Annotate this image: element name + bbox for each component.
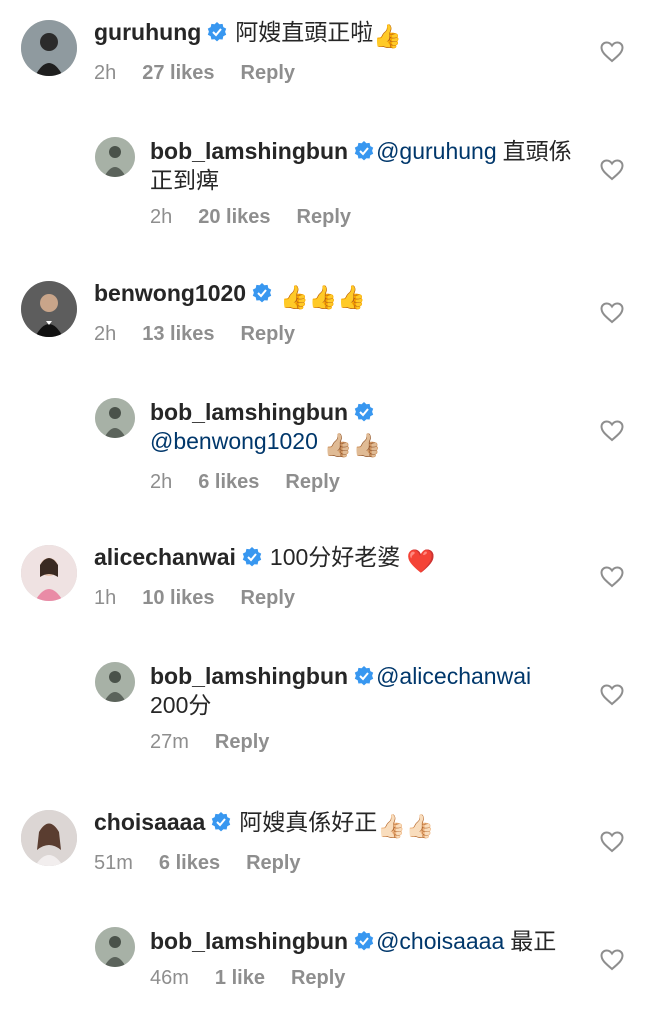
- timestamp: 2h: [150, 206, 173, 228]
- avatar[interactable]: [95, 927, 135, 967]
- likes-count[interactable]: 27 likes: [142, 62, 214, 84]
- comment-body: bob_lamshingbun @alicechanwai 200分 27m Repl…: [150, 662, 582, 754]
- verified-badge-icon: [354, 666, 374, 686]
- heart-icon[interactable]: [600, 302, 624, 324]
- comment-meta: 1h 10 likes Reply: [94, 586, 582, 610]
- mention-link[interactable]: @benwong1020: [150, 428, 318, 454]
- timestamp: 2h: [150, 471, 173, 493]
- timestamp: 2h: [94, 62, 117, 84]
- avatar[interactable]: [95, 398, 135, 438]
- heart-icon[interactable]: [600, 159, 624, 181]
- comment-meta: 51m 6 likes Reply: [94, 851, 582, 875]
- heart-icon[interactable]: [600, 831, 624, 853]
- comment-meta: 2h 27 likes Reply: [94, 61, 582, 85]
- emoji: 👍: [373, 23, 402, 49]
- heart-icon[interactable]: [600, 949, 624, 971]
- reply-button[interactable]: Reply: [215, 731, 269, 753]
- username[interactable]: guruhung: [94, 19, 201, 45]
- comment-body: choisaaaa 阿嫂真係好正👍🏻👍🏻 51m 6 likes Reply: [94, 808, 582, 875]
- timestamp: 46m: [150, 967, 189, 989]
- comment-body: alicechanwai 100分好老婆 ❤️ 1h 10 likes Reply: [94, 543, 582, 610]
- username[interactable]: benwong1020: [94, 280, 246, 306]
- mention-link[interactable]: @choisaaaa: [376, 928, 504, 954]
- avatar[interactable]: [95, 137, 135, 177]
- avatar[interactable]: [21, 20, 77, 76]
- avatar[interactable]: [21, 810, 77, 866]
- comment-meta: 2h 20 likes Reply: [150, 205, 582, 229]
- reply-button[interactable]: Reply: [241, 323, 295, 345]
- reply-button[interactable]: Reply: [246, 852, 300, 874]
- username[interactable]: alicechanwai: [94, 544, 236, 570]
- verified-badge-icon: [354, 141, 374, 161]
- emoji: 👍🏻👍🏻: [377, 813, 435, 839]
- likes-count[interactable]: 20 likes: [198, 206, 270, 228]
- username[interactable]: bob_lamshingbun: [150, 399, 348, 425]
- username[interactable]: choisaaaa: [94, 809, 205, 835]
- comment-text: 阿嫂直頭正啦: [235, 19, 374, 45]
- heart-icon[interactable]: [600, 566, 624, 588]
- verified-badge-icon: [354, 402, 374, 422]
- comment-text: 阿嫂真係好正: [239, 809, 378, 835]
- comment-meta: 46m 1 like Reply: [150, 966, 582, 990]
- heart-icon[interactable]: [600, 41, 624, 63]
- username[interactable]: bob_lamshingbun: [150, 138, 348, 164]
- timestamp: 51m: [94, 852, 133, 874]
- verified-badge-icon: [242, 547, 262, 567]
- comment-body: bob_lamshingbun @choisaaaa 最正 46m 1 like Rep…: [150, 927, 582, 990]
- mention-link[interactable]: @guruhung: [376, 138, 497, 164]
- heart-icon[interactable]: [600, 684, 624, 706]
- comment-text: 最正: [510, 928, 557, 954]
- likes-count[interactable]: 6 likes: [198, 471, 259, 493]
- comment-text: 100分好老婆: [269, 544, 401, 570]
- verified-badge-icon: [252, 283, 272, 303]
- verified-badge-icon: [208, 22, 227, 42]
- reply-button[interactable]: Reply: [241, 62, 295, 84]
- comment-meta: 2h 6 likes Reply: [150, 470, 582, 494]
- username[interactable]: bob_lamshingbun: [150, 928, 348, 954]
- avatar[interactable]: [21, 281, 77, 337]
- comment-body: bob_lamshingbun @guruhung 直頭係正到痺 2h 20 like…: [150, 137, 582, 229]
- likes-count[interactable]: 1 like: [215, 967, 265, 989]
- heart-icon[interactable]: [600, 420, 624, 442]
- timestamp: 27m: [150, 731, 189, 753]
- verified-badge-icon: [354, 931, 374, 951]
- emoji: 👍🏼👍🏼: [323, 432, 382, 458]
- reply-button[interactable]: Reply: [291, 967, 345, 989]
- emoji: ❤️: [406, 548, 436, 574]
- reply-button[interactable]: Reply: [241, 587, 295, 609]
- emoji: 👍👍👍: [280, 284, 367, 310]
- timestamp: 1h: [94, 587, 117, 609]
- timestamp: 2h: [94, 323, 117, 345]
- verified-badge-icon: [212, 812, 231, 832]
- comment-meta: 27m Reply: [150, 730, 582, 754]
- reply-button[interactable]: Reply: [285, 471, 339, 493]
- likes-count[interactable]: 6 likes: [159, 852, 220, 874]
- avatar[interactable]: [95, 662, 135, 702]
- mention-link[interactable]: @alicechanwai: [376, 663, 531, 689]
- comment-meta: 2h 13 likes Reply: [94, 322, 582, 346]
- comment-body: benwong1020 👍👍👍 2h 13 likes Reply: [94, 279, 582, 346]
- comment-body: bob_lamshingbun @benwong1020 👍🏼👍🏼 2h 6 like…: [150, 398, 582, 494]
- username[interactable]: bob_lamshingbun: [150, 663, 348, 689]
- reply-button[interactable]: Reply: [297, 206, 351, 228]
- likes-count[interactable]: 10 likes: [142, 587, 214, 609]
- avatar[interactable]: [21, 545, 77, 601]
- likes-count[interactable]: 13 likes: [142, 323, 214, 345]
- comment-body: guruhung 阿嫂直頭正啦👍 2h 27 likes Reply: [94, 18, 582, 85]
- comment-text: 200分: [150, 692, 212, 718]
